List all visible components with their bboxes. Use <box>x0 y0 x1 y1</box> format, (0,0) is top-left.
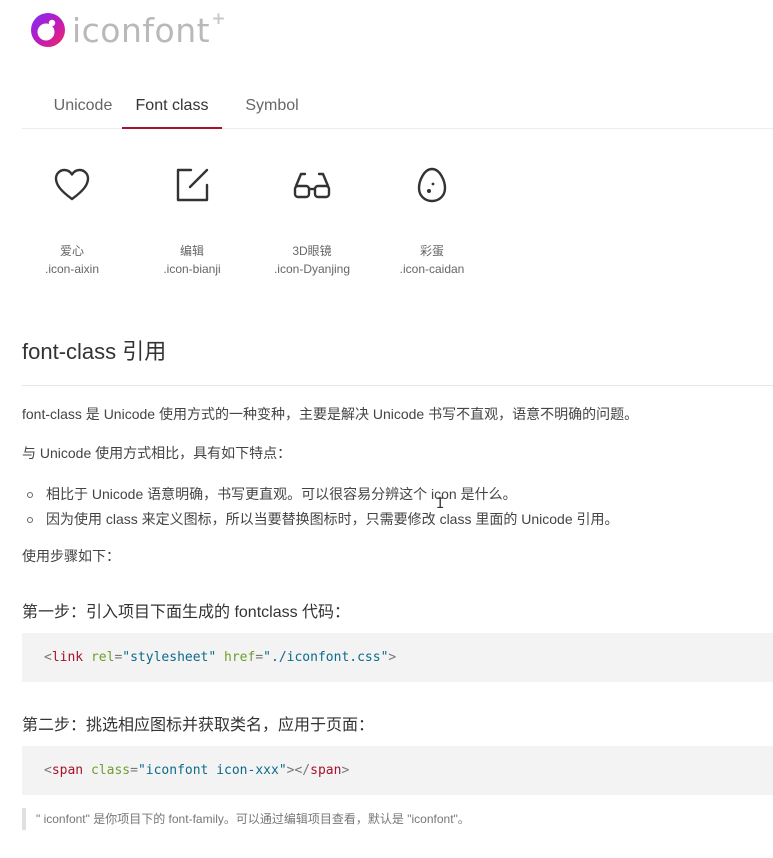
list-item: 因为使用 class 来定义图标，所以当要替换图标时，只需要修改 class 里… <box>22 507 619 532</box>
steps-intro: 使用步骤如下： <box>22 548 120 564</box>
icon-label-class: .icon-caidan <box>399 262 465 276</box>
code-tag: span <box>310 763 342 778</box>
icon-label-class: .icon-Dyanjing <box>273 262 351 276</box>
code-block-step-2[interactable]: <span class="iconfont icon-xxx"></span> <box>22 746 773 795</box>
easter-egg-icon <box>417 167 447 203</box>
note-blockquote: " iconfont" 是你项目下的 font-family。可以通过编辑项目查… <box>22 808 470 830</box>
code-tag: link <box>51 650 84 665</box>
logo-wordmark: iconfont <box>72 10 211 50</box>
logo-plus: + <box>211 8 227 29</box>
icon-list: 爱心 .icon-aixin 编辑 .icon-bianji 3D眼镜 .ico… <box>22 156 773 296</box>
icon-label-name: 编辑 <box>179 244 204 258</box>
code-punct: ></ <box>286 763 311 778</box>
section-title: font-class 引用 <box>22 339 167 364</box>
edit-icon <box>176 168 209 202</box>
code-block-step-1[interactable]: <link rel="stylesheet" href="./iconfont.… <box>22 633 773 682</box>
icon-label-name: 3D眼镜 <box>292 244 332 258</box>
code-string: "iconfont icon-xxx" <box>137 763 287 778</box>
icon-card-dyanjing[interactable]: 3D眼镜 .icon-Dyanjing <box>252 156 372 278</box>
step-2-title: 第二步：挑选相应图标并获取类名，应用于页面： <box>22 717 375 734</box>
step-1-title: 第一步：引入项目下面生成的 fontclass 代码： <box>22 604 351 621</box>
code-punct: = <box>130 763 138 778</box>
list-item: 相比于 Unicode 语意明确，书写更直观。可以很容易分辨这个 icon 是什… <box>22 482 619 507</box>
icon-card-aixin[interactable]: 爱心 .icon-aixin <box>12 156 132 278</box>
code-punct: = <box>255 650 264 665</box>
code-attr: class <box>90 763 131 778</box>
code-string: "./iconfont.css" <box>263 650 389 665</box>
text-cursor-icon: I <box>436 496 445 512</box>
heart-icon <box>54 168 90 201</box>
code-attr: href <box>224 650 256 665</box>
icon-card-caidan[interactable]: 彩蛋 .icon-caidan <box>372 156 492 278</box>
3d-glasses-icon <box>293 172 331 199</box>
compare-paragraph: 与 Unicode 使用方式相比，具有如下特点： <box>22 445 292 461</box>
icon-label-name: 彩蛋 <box>419 244 444 258</box>
logo[interactable]: iconfont + <box>30 9 226 50</box>
logo-text: iconfont + <box>72 9 226 50</box>
tab-symbol[interactable]: Symbol <box>242 84 302 127</box>
code-string: "stylesheet" <box>122 650 217 665</box>
icon-label-class: .icon-aixin <box>44 262 100 276</box>
icon-label-name: 爱心 <box>59 244 84 258</box>
iconfont-logo-icon <box>31 13 65 47</box>
code-punct: < <box>44 763 52 778</box>
divider <box>22 385 773 386</box>
intro-paragraph: font-class 是 Unicode 使用方式的一种变种，主要是解决 Uni… <box>22 406 639 422</box>
code-punct: > <box>388 650 397 665</box>
icon-label-class: .icon-bianji <box>163 262 221 276</box>
code-tag: span <box>51 763 84 778</box>
tab-bar: Unicode Font class Symbol <box>22 84 773 129</box>
feature-list: 相比于 Unicode 语意明确，书写更直观。可以很容易分辨这个 icon 是什… <box>22 482 619 532</box>
icon-card-bianji[interactable]: 编辑 .icon-bianji <box>132 156 252 278</box>
tab-unicode[interactable]: Unicode <box>43 84 123 127</box>
code-punct: > <box>341 763 350 778</box>
code-punct: < <box>44 650 52 665</box>
tab-font-class[interactable]: Font class <box>122 84 222 129</box>
code-attr: rel <box>90 650 115 665</box>
